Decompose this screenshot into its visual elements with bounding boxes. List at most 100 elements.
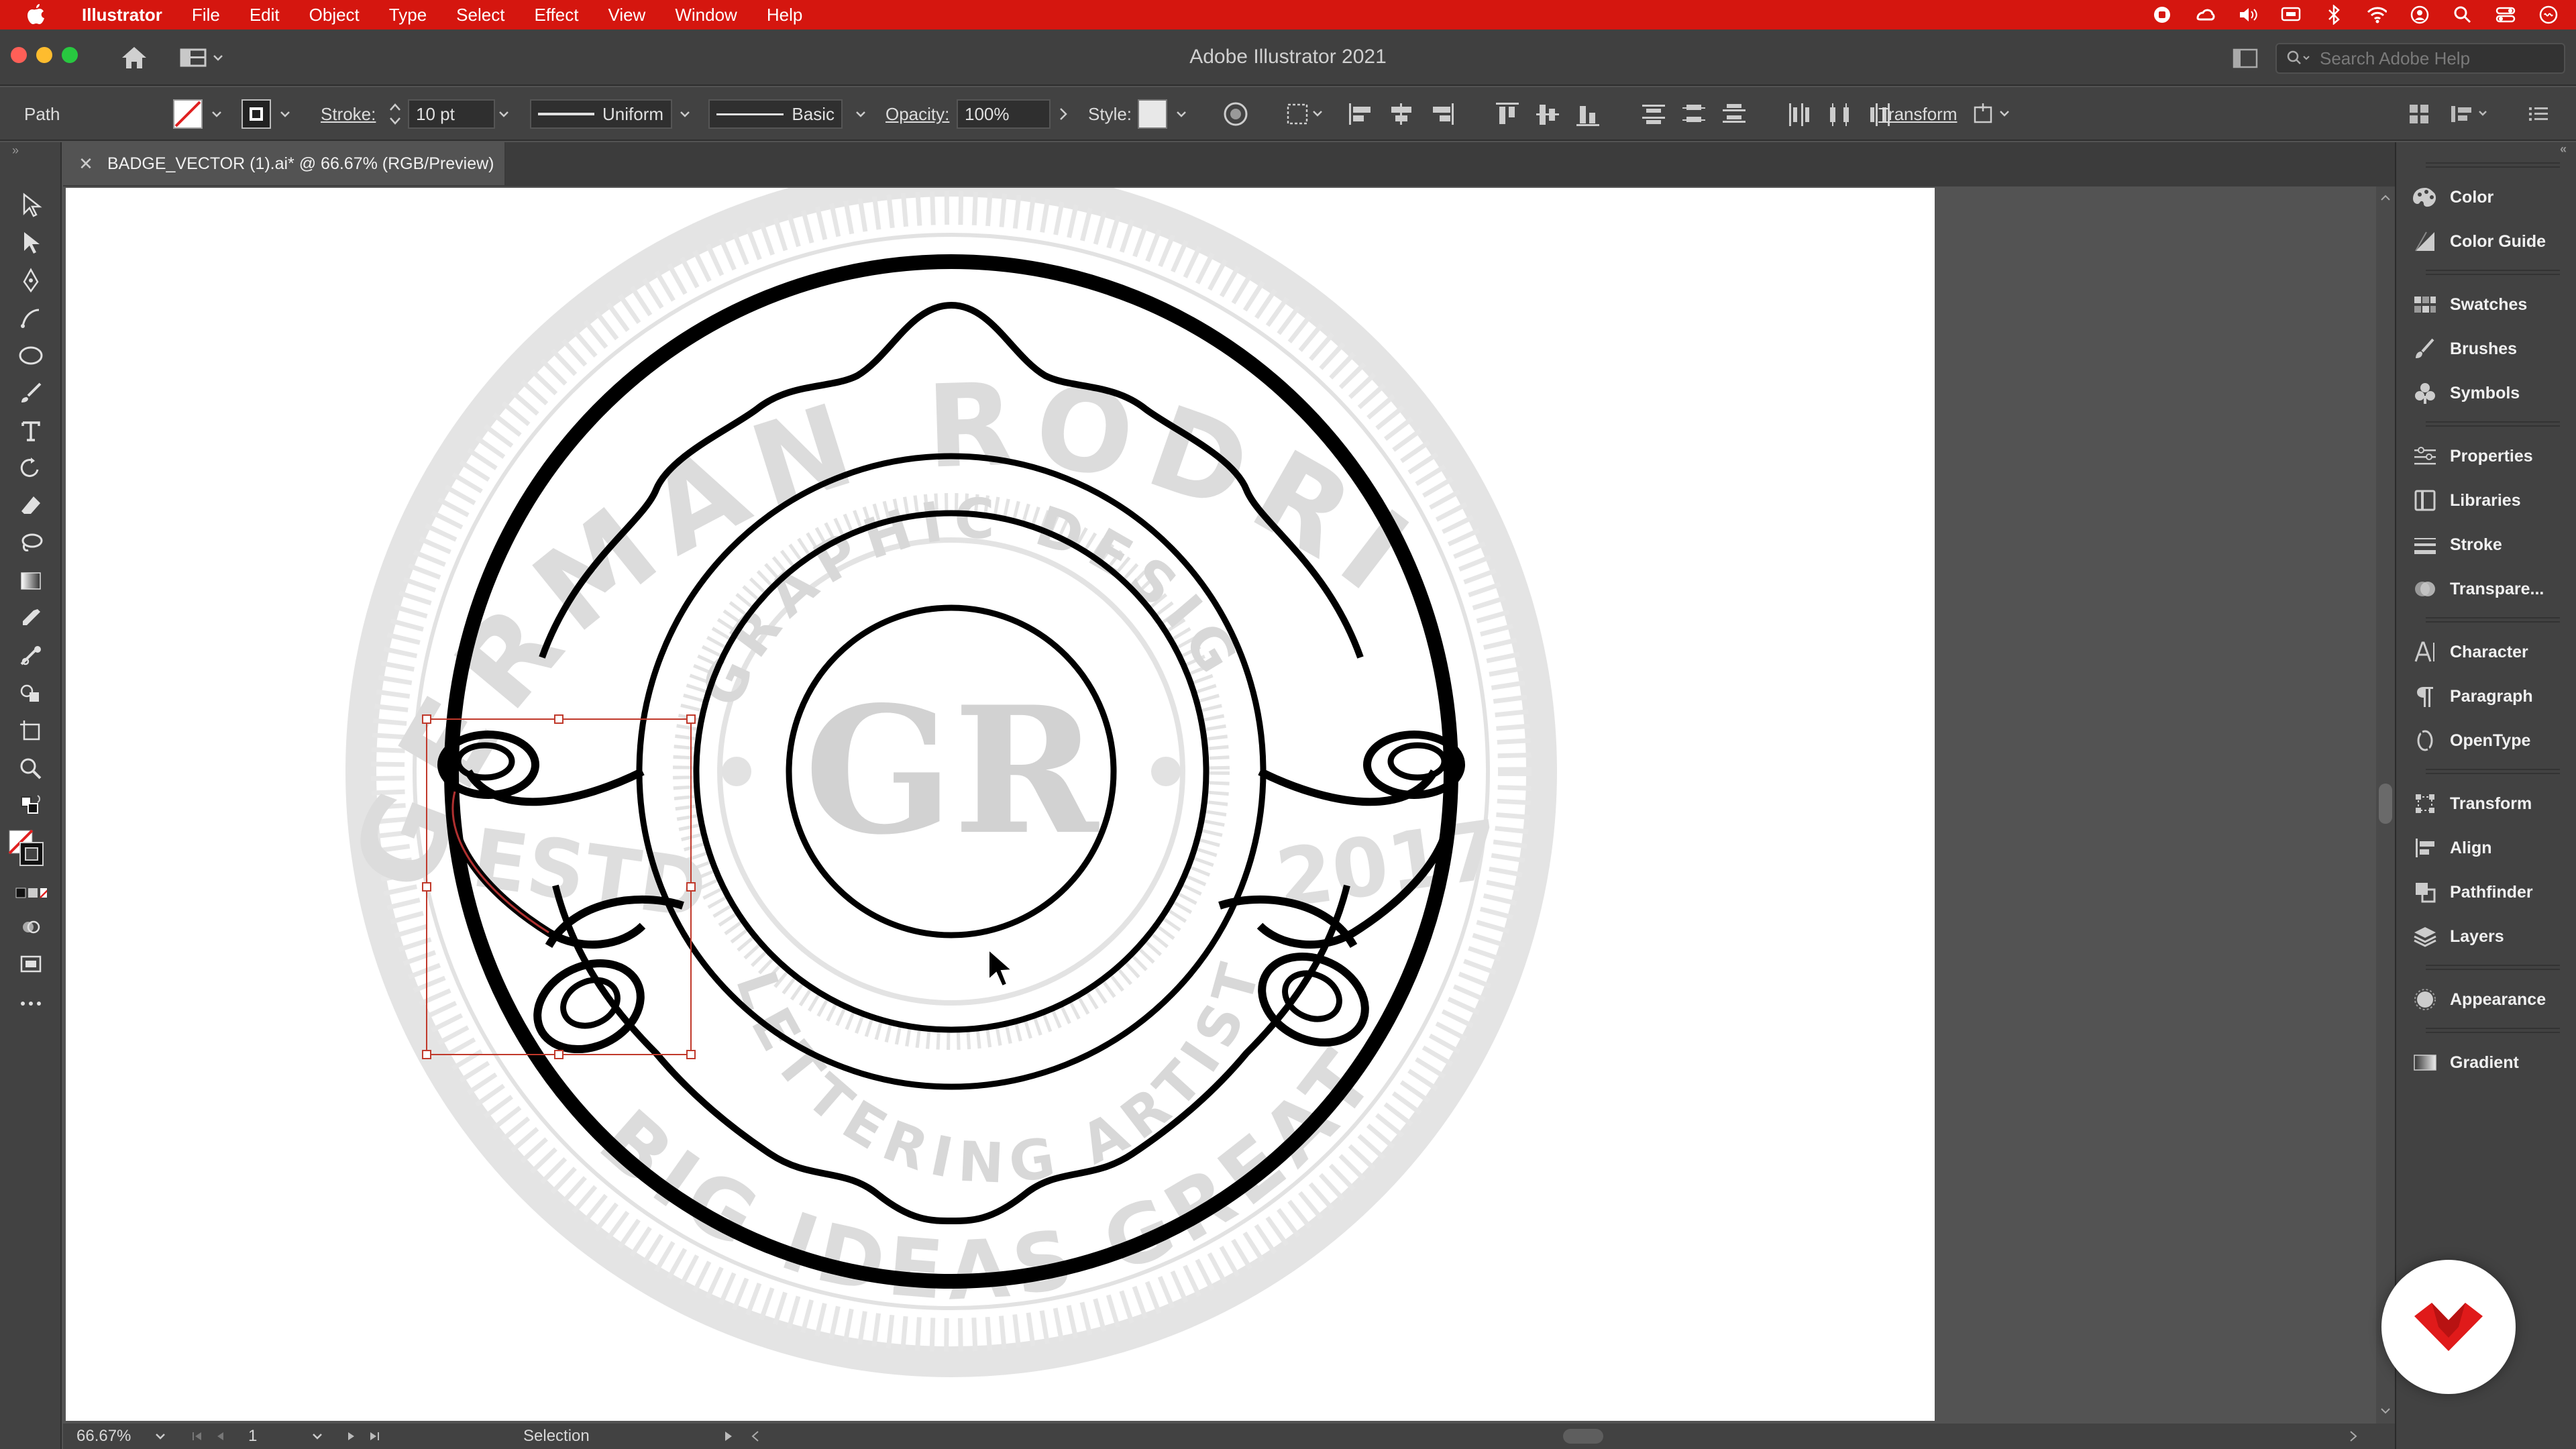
panel-align[interactable]: Align bbox=[2410, 829, 2571, 867]
zoom-tool-icon[interactable] bbox=[15, 753, 47, 785]
artboard-nav-next[interactable] bbox=[345, 1424, 381, 1449]
creative-cloud-icon[interactable] bbox=[2195, 5, 2215, 25]
panel-libraries[interactable]: Libraries bbox=[2410, 482, 2571, 519]
panel-swatches[interactable]: Swatches bbox=[2410, 286, 2571, 323]
collapse-panel-icon[interactable]: » bbox=[12, 144, 19, 158]
canvas-area[interactable]: GERMAN RODRIGUEZ GRAPHIC DESIGNER LETTER… bbox=[63, 186, 2376, 1424]
curvature-tool-icon[interactable] bbox=[15, 302, 47, 334]
siri-icon[interactable] bbox=[2538, 5, 2559, 25]
isolate-icon[interactable] bbox=[1972, 87, 2014, 141]
panel-symbols[interactable]: Symbols bbox=[2410, 374, 2571, 412]
align-left-icon[interactable] bbox=[1347, 101, 1375, 127]
panel-gradient[interactable]: Gradient bbox=[2410, 1044, 2571, 1081]
menu-help[interactable]: Help bbox=[752, 5, 817, 25]
menu-select[interactable]: Select bbox=[441, 5, 519, 25]
artboard-dropdown[interactable] bbox=[311, 1424, 323, 1449]
display-icon[interactable] bbox=[2281, 5, 2301, 25]
panel-character[interactable]: Character bbox=[2410, 633, 2571, 671]
search-adobe-help-input[interactable]: Search Adobe Help bbox=[2275, 43, 2565, 74]
stroke-swatch[interactable] bbox=[241, 87, 271, 141]
menu-object[interactable]: Object bbox=[294, 5, 374, 25]
wifi-icon[interactable] bbox=[2367, 5, 2387, 25]
opacity-input[interactable]: 100% bbox=[957, 99, 1051, 129]
previous-artboard-icon[interactable] bbox=[213, 1430, 227, 1443]
default-colors-icon[interactable] bbox=[15, 790, 47, 822]
panel-transparency[interactable]: Transpare... bbox=[2410, 570, 2571, 608]
dock-group-grip[interactable] bbox=[2426, 965, 2560, 970]
close-icon[interactable]: ✕ bbox=[72, 154, 99, 174]
recolor-artwork-icon[interactable] bbox=[1222, 87, 1249, 141]
distribute-horizontal-center-icon[interactable] bbox=[1826, 101, 1854, 127]
document-tab[interactable]: ✕ BADGE_VECTOR (1).ai* @ 66.67% (RGB/Pre… bbox=[63, 142, 506, 185]
panel-paragraph[interactable]: Paragraph bbox=[2410, 678, 2571, 715]
first-artboard-icon[interactable] bbox=[191, 1430, 204, 1443]
panel-properties[interactable]: Properties bbox=[2410, 437, 2571, 475]
menu-window[interactable]: Window bbox=[660, 5, 751, 25]
scroll-left-icon[interactable] bbox=[750, 1424, 761, 1449]
variable-width-profile[interactable]: Uniform bbox=[530, 87, 672, 141]
scroll-down-icon[interactable] bbox=[2380, 1407, 2391, 1415]
ellipse-tool-icon[interactable] bbox=[15, 339, 47, 372]
panel-layers[interactable]: Layers bbox=[2410, 918, 2571, 955]
dock-group-grip[interactable] bbox=[2426, 1028, 2560, 1033]
color-mode-buttons[interactable] bbox=[15, 877, 47, 910]
menu-type[interactable]: Type bbox=[374, 5, 441, 25]
draw-mode-icon[interactable] bbox=[15, 911, 47, 943]
zoom-level-field[interactable]: 66.67% bbox=[76, 1424, 131, 1449]
dock-group-grip[interactable] bbox=[2426, 162, 2560, 168]
record-icon[interactable] bbox=[2152, 5, 2172, 25]
graphic-style-swatch[interactable] bbox=[1138, 87, 1167, 141]
scroll-up-icon[interactable] bbox=[2380, 193, 2391, 201]
menu-file[interactable]: File bbox=[177, 5, 235, 25]
opacity-field[interactable]: 100% bbox=[957, 87, 1051, 141]
arrange-documents-icon[interactable] bbox=[2233, 48, 2258, 68]
opacity-label[interactable]: Opacity: bbox=[885, 87, 949, 141]
fill-swatch[interactable] bbox=[173, 87, 203, 141]
panel-color-guide[interactable]: Color Guide bbox=[2410, 223, 2571, 260]
eraser-tool-icon[interactable] bbox=[15, 490, 47, 522]
profile-dropdown[interactable] bbox=[679, 87, 691, 141]
distribute-vertical-center-icon[interactable] bbox=[1680, 101, 1708, 127]
bluetooth-icon[interactable] bbox=[2324, 5, 2344, 25]
artboard-tool-icon[interactable] bbox=[15, 715, 47, 747]
user-icon[interactable] bbox=[2410, 5, 2430, 25]
panel-color[interactable]: Color bbox=[2410, 178, 2571, 216]
arrange-icon[interactable] bbox=[2408, 87, 2430, 141]
panel-appearance[interactable]: Appearance bbox=[2410, 981, 2571, 1018]
pen-tool-icon[interactable] bbox=[15, 264, 47, 297]
panel-transform[interactable]: Transform bbox=[2410, 785, 2571, 822]
edit-toolbar-icon[interactable] bbox=[15, 987, 47, 1020]
menu-view[interactable]: View bbox=[593, 5, 660, 25]
stroke-weight-input[interactable]: 10 pt bbox=[408, 99, 495, 129]
fill-stroke-indicator[interactable] bbox=[8, 828, 46, 871]
style-dropdown[interactable] bbox=[1175, 87, 1187, 141]
fill-dropdown[interactable] bbox=[211, 87, 223, 141]
last-artboard-icon[interactable] bbox=[368, 1430, 381, 1443]
menu-illustrator[interactable]: Illustrator bbox=[67, 5, 177, 25]
align-bottom-icon[interactable] bbox=[1574, 101, 1602, 127]
vertical-scrollbar[interactable] bbox=[2376, 186, 2395, 1424]
align-to-selection-icon[interactable] bbox=[1285, 87, 1326, 141]
status-menu-arrow[interactable] bbox=[723, 1424, 734, 1449]
transform-link[interactable]: Transform bbox=[1878, 87, 1957, 141]
panel-pathfinder[interactable]: Pathfinder bbox=[2410, 873, 2571, 911]
brush-dropdown[interactable] bbox=[855, 87, 867, 141]
scrollbar-thumb[interactable] bbox=[2379, 784, 2392, 824]
zoom-dropdown[interactable] bbox=[154, 1424, 166, 1449]
artboard-nav-first[interactable] bbox=[191, 1424, 227, 1449]
lasso-tool-icon[interactable] bbox=[15, 527, 47, 559]
search-icon[interactable] bbox=[2453, 5, 2473, 25]
stroke-label[interactable]: Stroke: bbox=[321, 87, 376, 141]
next-artboard-icon[interactable] bbox=[345, 1430, 358, 1443]
menu-list-icon[interactable] bbox=[2528, 87, 2549, 141]
stroke-weight-stepper[interactable] bbox=[388, 87, 402, 141]
distribute-left-icon[interactable] bbox=[1786, 101, 1814, 127]
scroll-right-icon[interactable] bbox=[2348, 1424, 2359, 1449]
brand-logo-bubble[interactable] bbox=[2381, 1260, 2516, 1394]
panel-brushes[interactable]: Brushes bbox=[2410, 330, 2571, 368]
shape-builder-tool-icon[interactable] bbox=[15, 678, 47, 710]
align-right-icon[interactable] bbox=[1428, 101, 1456, 127]
artboard-number-field[interactable]: 1 bbox=[248, 1424, 257, 1449]
gradient-tool-icon[interactable] bbox=[15, 565, 47, 597]
blend-tool-icon[interactable] bbox=[15, 640, 47, 672]
